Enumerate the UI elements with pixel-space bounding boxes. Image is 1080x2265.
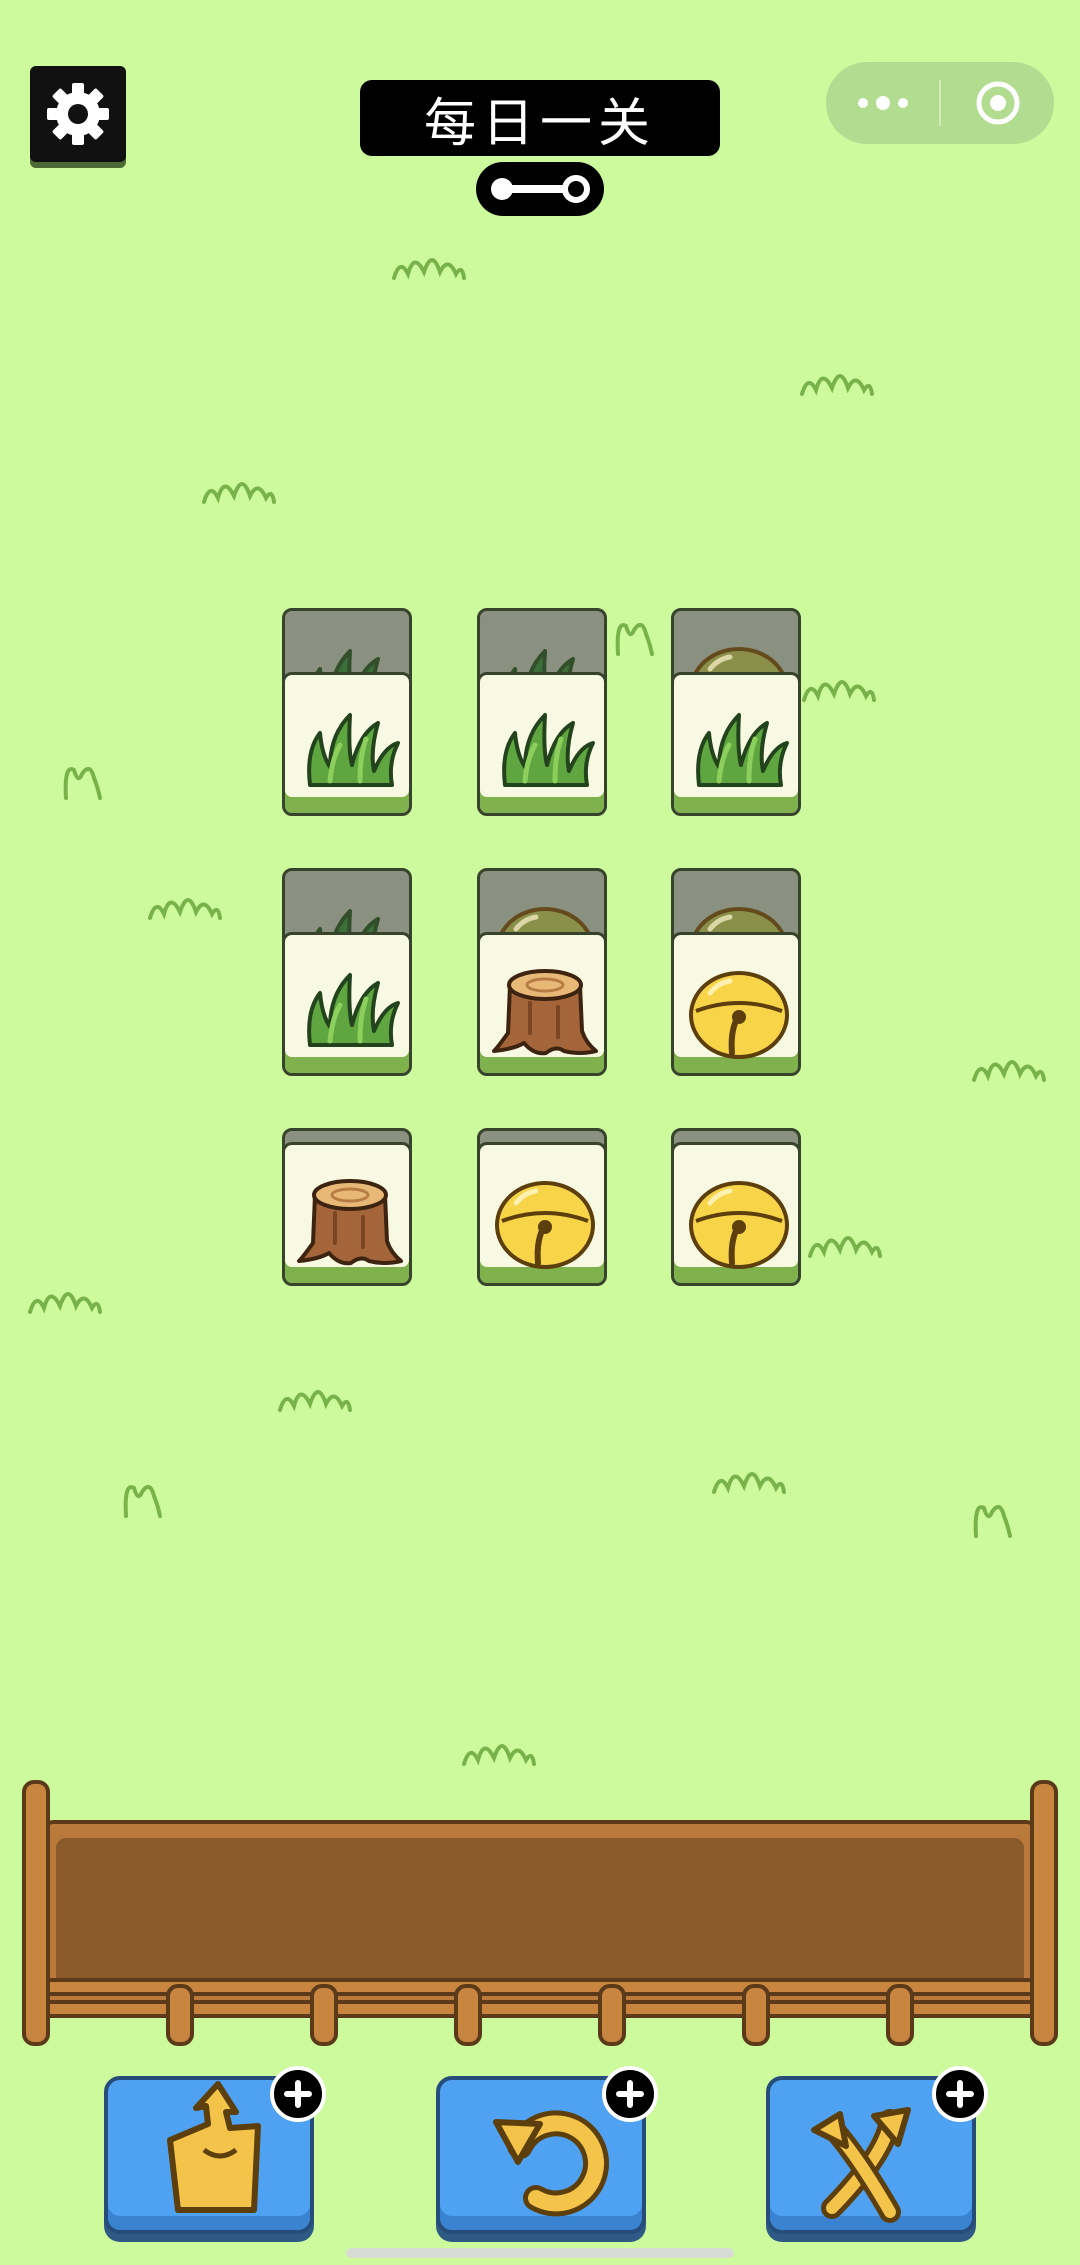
tile-bell[interactable]	[477, 1142, 607, 1286]
add-shuffle-button[interactable]	[932, 2066, 988, 2122]
settings-button[interactable]	[30, 66, 126, 162]
grass-icon	[307, 713, 400, 787]
fence-decoration	[22, 1780, 1058, 2046]
grass-tuft-decoration	[808, 1236, 882, 1258]
grass-tuft-decoration	[802, 680, 876, 702]
tile-stump[interactable]	[477, 932, 607, 1076]
tile-grass[interactable]	[282, 672, 412, 816]
tile-grass[interactable]	[477, 672, 607, 816]
grass-tuft-decoration	[973, 1504, 1012, 1538]
plus-icon	[284, 2080, 312, 2108]
grass-tuft-decoration	[392, 258, 466, 280]
grass-tuft-decoration	[202, 482, 276, 504]
grass-tuft-decoration	[148, 898, 222, 920]
tile-bell[interactable]	[671, 932, 801, 1076]
shuffle-button[interactable]	[766, 2066, 988, 2234]
stump-icon	[297, 1179, 403, 1266]
gear-icon	[47, 83, 109, 145]
plus-icon	[616, 2080, 644, 2108]
plus-icon	[946, 2080, 974, 2108]
bell-icon	[689, 1181, 789, 1269]
grass-icon	[502, 713, 595, 787]
grass-tuft-decoration	[462, 1744, 536, 1766]
grass-icon	[696, 713, 789, 787]
grass-icon	[307, 973, 400, 1047]
tile-bell[interactable]	[671, 1142, 801, 1286]
grass-tuft-decoration	[28, 1292, 102, 1314]
progress-indicator	[476, 162, 604, 216]
grass-tuft-decoration	[63, 766, 102, 800]
grass-tuft-decoration	[123, 1484, 162, 1518]
bell-icon	[689, 971, 789, 1059]
target-circle-icon	[976, 81, 1019, 125]
mini-program-capsule	[826, 62, 1054, 144]
more-dots-icon	[857, 96, 908, 110]
close-mini-program-button[interactable]	[941, 62, 1054, 144]
tile-stump[interactable]	[282, 1142, 412, 1286]
bell-icon	[495, 1181, 595, 1269]
grass-tuft-decoration	[800, 374, 874, 396]
add-move-out-button[interactable]	[270, 2066, 326, 2122]
level-title: 每日一关	[360, 80, 720, 156]
grass-tuft-decoration	[615, 622, 654, 656]
grass-tuft-decoration	[972, 1060, 1046, 1082]
move-out-button[interactable]	[104, 2066, 326, 2234]
undo-button[interactable]	[436, 2066, 658, 2234]
key-icon	[491, 175, 590, 203]
grass-tuft-decoration	[712, 1472, 786, 1494]
stump-icon	[492, 969, 598, 1056]
tile-grass[interactable]	[282, 932, 412, 1076]
home-indicator	[346, 2248, 734, 2258]
more-menu-button[interactable]	[826, 62, 939, 144]
grass-tuft-decoration	[278, 1390, 352, 1412]
add-undo-button[interactable]	[602, 2066, 658, 2122]
tile-grass[interactable]	[671, 672, 801, 816]
